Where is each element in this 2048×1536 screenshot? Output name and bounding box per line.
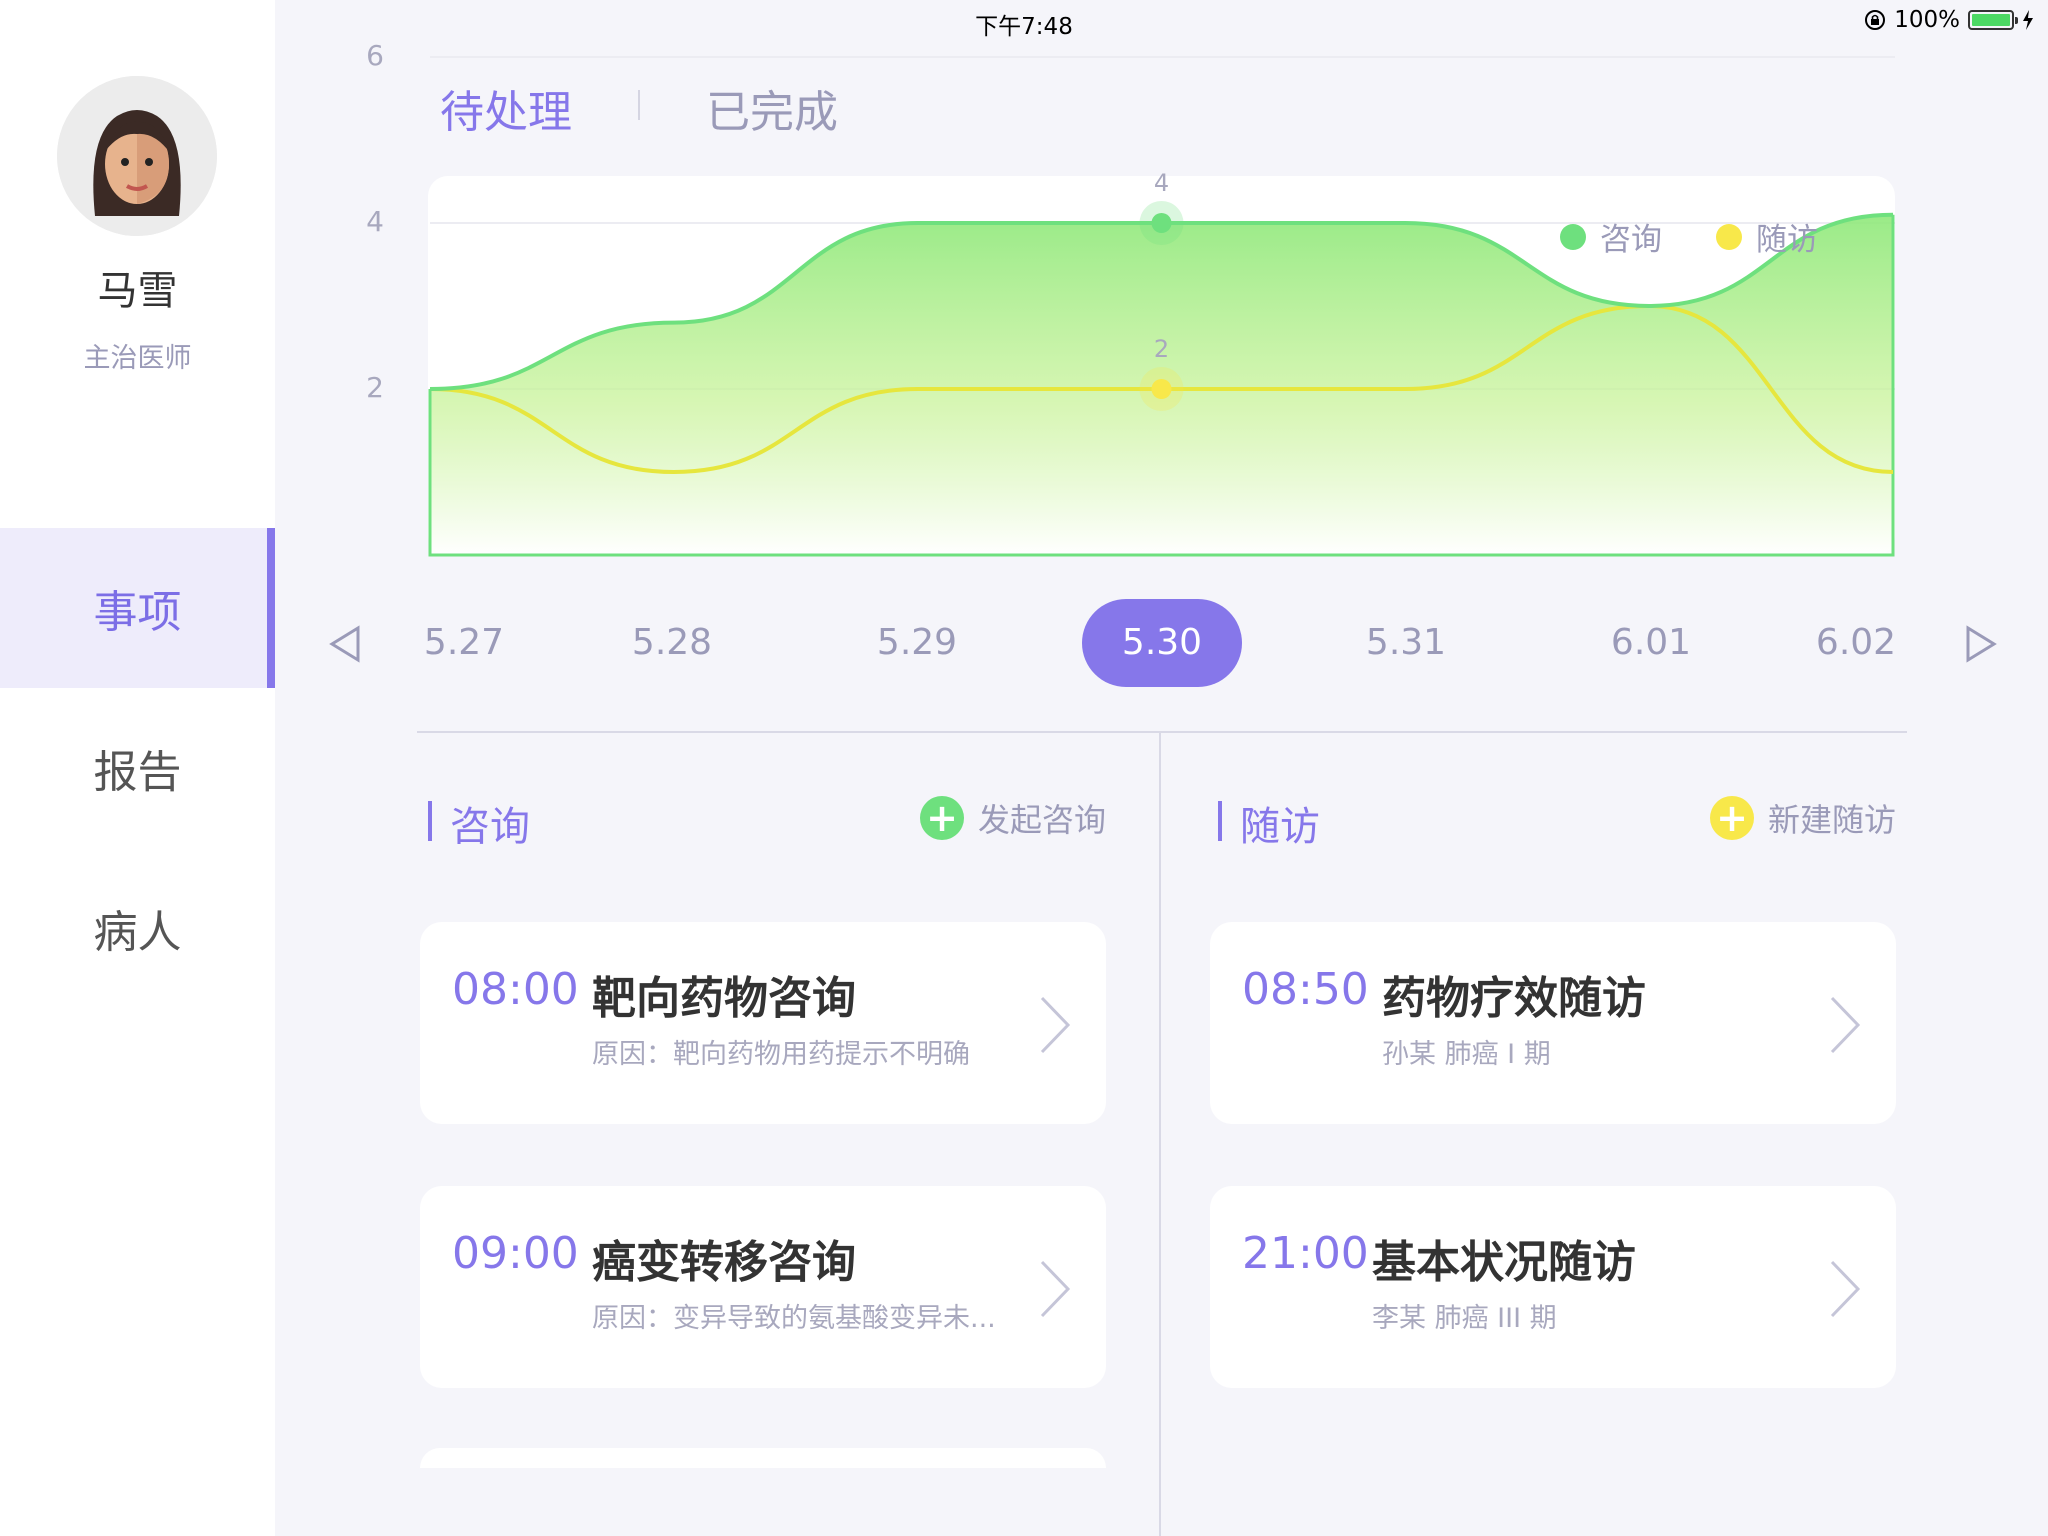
trend-chart: 42 xyxy=(428,56,1895,557)
data-label: 2 xyxy=(1154,335,1169,363)
date-item[interactable]: 6.02 xyxy=(1796,622,1916,663)
nav-item-reports[interactable]: 报告 xyxy=(0,688,275,848)
plus-icon: + xyxy=(1710,796,1754,840)
followup-point xyxy=(1151,379,1172,399)
new-followup-label: 新建随访 xyxy=(1768,801,1897,839)
card-title: 癌变转移咨询 xyxy=(592,1237,856,1288)
prev-arrow-icon[interactable] xyxy=(326,622,366,666)
data-label: 4 xyxy=(1154,169,1169,197)
start-consult-button[interactable]: + 发起咨询 xyxy=(920,795,1106,841)
date-item-selected[interactable]: 5.30 xyxy=(1082,599,1242,687)
card-title: 药物疗效随访 xyxy=(1382,973,1646,1024)
legend-dot-followup xyxy=(1716,223,1742,250)
card-time: 08:50 xyxy=(1242,964,1369,1015)
chevron-right-icon xyxy=(1040,1260,1071,1318)
followup-section-title: 随访 xyxy=(1240,804,1320,850)
date-item[interactable]: 5.31 xyxy=(1346,622,1466,663)
card-time: 08:00 xyxy=(452,964,579,1015)
y-tick-label: 2 xyxy=(366,371,384,404)
y-tick-label: 4 xyxy=(366,205,384,238)
card-time: 09:00 xyxy=(452,1228,579,1279)
divider-horizontal xyxy=(417,731,1907,733)
divider-vertical xyxy=(1159,733,1161,1536)
consult-section-title: 咨询 xyxy=(450,804,530,850)
legend-dot-consult xyxy=(1560,223,1586,250)
date-item[interactable]: 6.01 xyxy=(1591,622,1711,663)
date-item[interactable]: 5.27 xyxy=(404,622,524,663)
followup-card[interactable]: 21:00 基本状况随访 李某 肺癌 III 期 xyxy=(1210,1186,1896,1388)
chevron-right-icon xyxy=(1830,996,1861,1054)
card-subtitle: 原因：靶向药物用药提示不明确 xyxy=(592,1039,970,1070)
chevron-right-icon xyxy=(1040,996,1071,1054)
card-subtitle: 原因：变异导致的氨基酸变异未... xyxy=(592,1303,996,1334)
nav-item-patients[interactable]: 病人 xyxy=(0,848,275,1008)
legend-label-followup: 随访 xyxy=(1756,222,1818,258)
y-tick-label: 6 xyxy=(366,39,384,72)
section-marker xyxy=(1218,801,1222,841)
legend-consult: 咨询 xyxy=(1560,214,1662,259)
date-item[interactable]: 5.29 xyxy=(857,622,977,663)
card-time: 21:00 xyxy=(1242,1228,1369,1279)
legend-followup: 随访 xyxy=(1716,214,1818,259)
card-subtitle: 孙某 肺癌 I 期 xyxy=(1382,1039,1551,1070)
consult-card[interactable]: 08:00 靶向药物咨询 原因：靶向药物用药提示不明确 xyxy=(420,922,1106,1124)
nav-item-label: 报告 xyxy=(93,747,182,798)
chevron-right-icon xyxy=(1830,1260,1861,1318)
new-followup-button[interactable]: + 新建随访 xyxy=(1710,795,1896,841)
card-title: 基本状况随访 xyxy=(1372,1237,1636,1288)
consult-card[interactable]: 09:00 癌变转移咨询 原因：变异导致的氨基酸变异未... xyxy=(420,1186,1106,1388)
plus-icon: + xyxy=(920,796,964,840)
start-consult-label: 发起咨询 xyxy=(978,801,1107,839)
legend-label-consult: 咨询 xyxy=(1600,222,1662,258)
card-title: 靶向药物咨询 xyxy=(592,973,856,1024)
nav-item-label: 病人 xyxy=(93,907,182,958)
consult-card-partial[interactable] xyxy=(420,1448,1106,1468)
section-marker xyxy=(428,801,432,841)
card-subtitle: 李某 肺癌 III 期 xyxy=(1372,1303,1557,1334)
date-item[interactable]: 5.28 xyxy=(612,622,732,663)
followup-card[interactable]: 08:50 药物疗效随访 孙某 肺癌 I 期 xyxy=(1210,922,1896,1124)
next-arrow-icon[interactable] xyxy=(1960,622,2000,666)
consult-point xyxy=(1151,213,1172,233)
